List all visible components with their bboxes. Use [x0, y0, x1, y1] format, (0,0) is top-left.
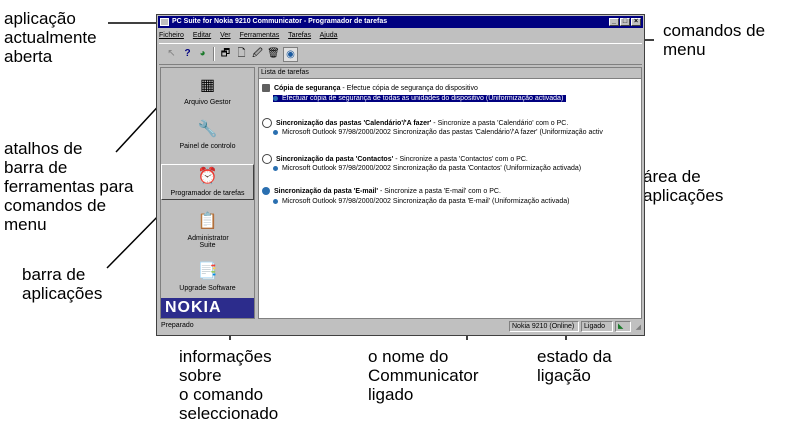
- menu-bar: Ficheiro Editar Ver Ferramentas Tarefas …: [159, 30, 345, 41]
- calendar-sync-icon: [262, 118, 272, 128]
- menu-editar[interactable]: Editar: [193, 32, 211, 39]
- callout-app-open: aplicação actualmente aberta: [4, 9, 97, 66]
- task-subitem[interactable]: Microsoft Outlook 97/98/2000/2002 Sincro…: [273, 198, 569, 205]
- task-description: - Sincronize a pasta 'Calendário' com o …: [431, 119, 569, 127]
- back-icon[interactable]: ↖: [165, 47, 178, 60]
- task-description: - Efectue cópia de segurança do disposit…: [340, 84, 478, 92]
- title-bar[interactable]: PC Suite for Nokia 9210 Communicator - P…: [158, 16, 643, 28]
- task-item[interactable]: Cópia de segurança - Efectue cópia de se…: [262, 84, 641, 92]
- callout-status-info: informações sobre o comando seleccionado: [179, 347, 279, 423]
- application-area: Lista de tarefas Cópia de segurança - Ef…: [258, 67, 642, 319]
- callout-communicator-name: o nome do Communicator ligado: [368, 347, 479, 404]
- window-title: PC Suite for Nokia 9210 Communicator - P…: [172, 18, 388, 25]
- callout-connection-status: estado da ligação: [537, 347, 612, 385]
- delete-task-icon[interactable]: 🗑: [267, 47, 280, 60]
- close-button[interactable]: ×: [631, 18, 641, 26]
- task-title: Sincronização da pasta 'Contactos': [275, 155, 394, 163]
- task-subitem-text: Efectuar cópia de segurança de todas as …: [281, 95, 564, 102]
- task-description: - Sincronize a pasta 'E-mail' com o PC.: [378, 187, 501, 195]
- upgrade-software-icon: 📑: [197, 263, 218, 280]
- task-title: Sincronização das pastas 'Calendário'/'A…: [275, 119, 432, 127]
- appbar-item-label: Arquivo Gestor: [184, 99, 231, 106]
- run-icon[interactable]: ◉: [283, 47, 298, 62]
- task-description: - Sincronize a pasta 'Contactos' com o P…: [393, 155, 528, 163]
- bullet-icon: [273, 129, 278, 135]
- menu-ver[interactable]: Ver: [220, 32, 231, 39]
- callout-app-bar: barra de aplicações: [22, 265, 103, 303]
- task-item[interactable]: Sincronização da pasta 'Contactos' - Sin…: [262, 154, 641, 164]
- list-header[interactable]: Lista de tarefas: [259, 68, 641, 79]
- task-subitem-text: Microsoft Outlook 97/98/2000/2002 Sincro…: [281, 165, 582, 172]
- device-name: Nokia 9210 (Online): [509, 321, 579, 332]
- task-subitem[interactable]: Microsoft Outlook 97/98/2000/2002 Sincro…: [273, 129, 603, 136]
- task-subitem[interactable]: Microsoft Outlook 97/98/2000/2002 Sincro…: [273, 165, 581, 172]
- appbar-item-label: Administrator Suite: [187, 235, 229, 249]
- connection-icon[interactable]: ◣: [615, 321, 631, 332]
- appbar-item-label: Programador de tarefas: [170, 190, 245, 197]
- control-panel-icon: 🔧: [197, 121, 218, 138]
- nokia-logo: NOKIA: [161, 298, 254, 318]
- appbar-item-label: Painel de controlo: [179, 143, 236, 150]
- callout-app-area: área de aplicações: [643, 167, 724, 205]
- connection-status: Ligado: [581, 321, 613, 332]
- status-bar: Preparado Nokia 9210 (Online) Ligado ◣ ◢: [159, 321, 642, 333]
- sync-icon[interactable]: ◕: [196, 47, 209, 60]
- minimize-button[interactable]: _: [609, 18, 619, 26]
- archive-manager-icon: ▦: [199, 77, 216, 94]
- backup-icon: [262, 84, 270, 92]
- menu-ficheiro[interactable]: Ficheiro: [159, 32, 184, 39]
- toolbar: ↖ ? ◕ 🗗 🗋 🖉 🗑 ◉: [159, 43, 642, 65]
- appbar-item-painel-controlo[interactable]: 🔧 Painel de controlo: [161, 120, 254, 150]
- task-item[interactable]: Sincronização das pastas 'Calendário'/'A…: [262, 118, 641, 128]
- app-icon: [160, 18, 169, 26]
- new-task-icon[interactable]: 🗋: [235, 47, 248, 60]
- appbar-item-upgrade-software[interactable]: 📑 Upgrade Software: [161, 262, 254, 292]
- application-window: PC Suite for Nokia 9210 Communicator - P…: [156, 14, 645, 336]
- callout-menu-commands: comandos de menu: [663, 21, 766, 59]
- appbar-item-label: Upgrade Software: [179, 285, 236, 292]
- window-icon[interactable]: 🗗: [219, 47, 232, 60]
- appbar-item-administrator-suite[interactable]: 📋 Administrator Suite: [161, 212, 254, 249]
- contacts-sync-icon: [262, 154, 272, 164]
- help-icon[interactable]: ?: [181, 47, 194, 60]
- callout-toolbar-shortcuts: atalhos de barra de ferramentas para com…: [4, 139, 134, 234]
- bullet-icon: [273, 95, 278, 101]
- toolbar-separator: [213, 47, 215, 61]
- menu-ajuda[interactable]: Ajuda: [320, 32, 338, 39]
- application-bar: ▦ Arquivo Gestor 🔧 Painel de controlo ⏰ …: [160, 67, 255, 319]
- task-subitem-text: Microsoft Outlook 97/98/2000/2002 Sincro…: [281, 129, 603, 136]
- task-item[interactable]: Sincronização da pasta 'E-mail' - Sincro…: [262, 187, 641, 195]
- bullet-icon: [273, 165, 278, 171]
- menu-tarefas[interactable]: Tarefas: [288, 32, 311, 39]
- menu-ferramentas[interactable]: Ferramentas: [240, 32, 280, 39]
- email-sync-icon: [262, 187, 270, 195]
- task-subitem[interactable]: Efectuar cópia de segurança de todas as …: [273, 95, 567, 102]
- task-subitem-text: Microsoft Outlook 97/98/2000/2002 Sincro…: [281, 198, 570, 205]
- task-title: Sincronização da pasta 'E-mail': [273, 187, 379, 195]
- maximize-button[interactable]: □: [620, 18, 630, 26]
- appbar-item-programador-tarefas[interactable]: ⏰ Programador de tarefas: [161, 164, 254, 200]
- resize-grip-icon[interactable]: ◢: [636, 322, 641, 334]
- status-text: Preparado: [161, 322, 194, 329]
- bullet-icon: [273, 198, 278, 204]
- edit-task-icon[interactable]: 🖉: [251, 47, 264, 60]
- task-scheduler-icon: ⏰: [197, 168, 218, 185]
- task-title: Cópia de segurança: [273, 84, 341, 92]
- administrator-suite-icon: 📋: [197, 213, 218, 230]
- appbar-item-arquivo-gestor[interactable]: ▦ Arquivo Gestor: [161, 76, 254, 106]
